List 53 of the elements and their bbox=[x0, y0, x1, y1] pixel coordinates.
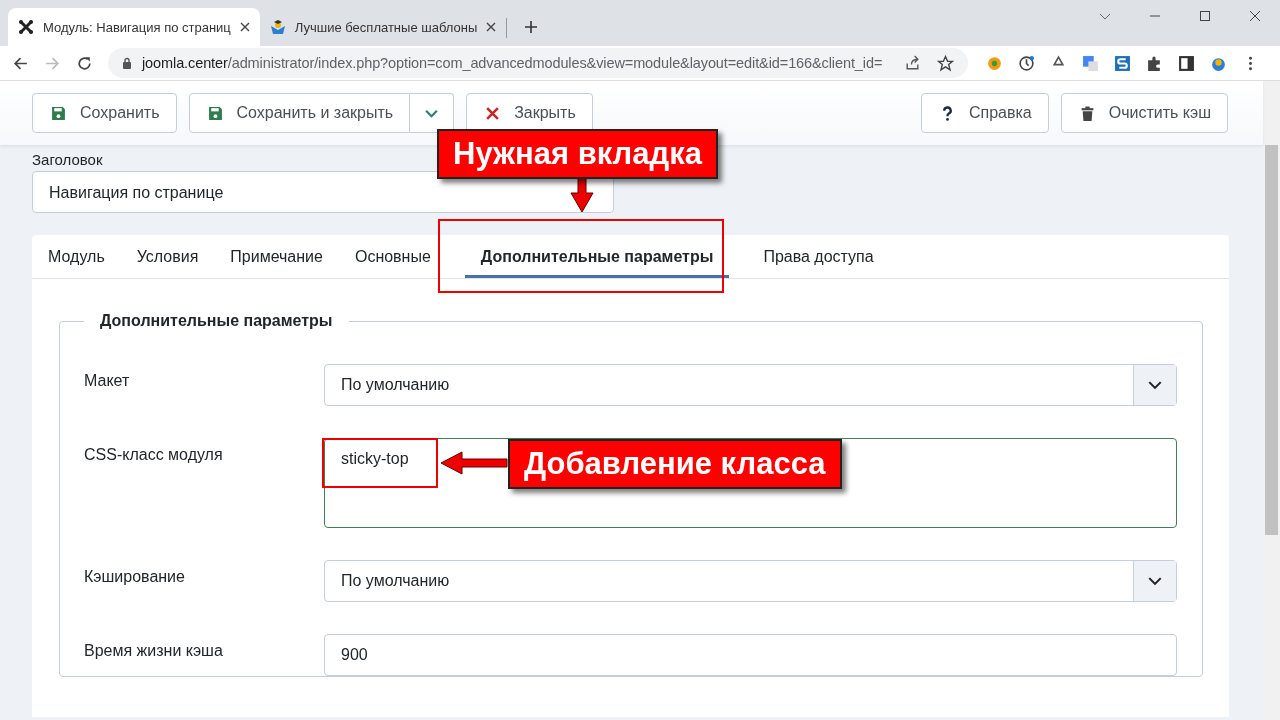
toolbar-button[interactable]: Справка bbox=[920, 93, 1049, 133]
field-label: Заголовок bbox=[32, 151, 103, 169]
close-icon[interactable] bbox=[239, 22, 250, 32]
tab[interactable]: Условия bbox=[120, 235, 215, 278]
extension-icon[interactable] bbox=[986, 54, 1003, 72]
field-label: CSS-класс модуля bbox=[84, 445, 224, 465]
tab[interactable]: Права доступа bbox=[747, 235, 890, 278]
save-icon bbox=[207, 105, 223, 121]
maximize-icon[interactable] bbox=[1199, 10, 1211, 22]
trash-icon bbox=[1079, 105, 1095, 121]
close-icon[interactable] bbox=[1249, 10, 1261, 22]
field-label: Кэширование bbox=[84, 567, 186, 587]
select-field[interactable]: По умолчанию bbox=[324, 364, 1177, 406]
field-label: Время жизни кэша bbox=[84, 641, 224, 661]
browser-tab[interactable]: Модуль: Навигация по страниц bbox=[8, 8, 260, 46]
left-arrow bbox=[438, 451, 510, 475]
dropdown-toggle[interactable] bbox=[410, 93, 455, 133]
tab[interactable]: Дополнительные параметры bbox=[464, 235, 730, 278]
reload-icon[interactable] bbox=[76, 54, 93, 72]
translate-icon[interactable] bbox=[1082, 54, 1099, 72]
scrollbar[interactable] bbox=[1263, 81, 1280, 720]
address-bar[interactable]: joomla.center/administrator/index.php?option=com_advancedmodules&view=module&layout=edit&id=166&client_id= bbox=[108, 48, 968, 78]
tab[interactable]: Модуль bbox=[32, 235, 121, 278]
s-logo-icon[interactable] bbox=[1114, 54, 1131, 72]
sidebar-icon[interactable] bbox=[1178, 54, 1195, 72]
close-icon[interactable] bbox=[486, 22, 497, 32]
toolbar-button[interactable]: Сохранить bbox=[32, 93, 177, 133]
toolbar-button[interactable]: Сохранить и закрыть bbox=[188, 93, 411, 133]
callout-tooltip: Добавление класса bbox=[508, 439, 842, 489]
field-label: Макет bbox=[84, 371, 131, 391]
save-icon bbox=[51, 105, 66, 121]
clock-icon[interactable] bbox=[1018, 54, 1035, 72]
fieldset-legend: Дополнительные параметры bbox=[84, 312, 349, 330]
caret-icon bbox=[1133, 561, 1176, 601]
new-tab-icon[interactable] bbox=[524, 20, 539, 34]
input-field[interactable]: 900 bbox=[324, 634, 1177, 676]
share-icon[interactable] bbox=[904, 54, 921, 72]
puzzle-icon[interactable] bbox=[1146, 54, 1163, 72]
close-icon bbox=[485, 105, 501, 121]
callout-tooltip: Нужная вкладка bbox=[437, 129, 718, 179]
down-arrow bbox=[570, 177, 594, 213]
x-logo-icon bbox=[18, 19, 34, 35]
tab[interactable]: Основные bbox=[338, 235, 447, 278]
toolbar-button[interactable]: Очистить кэш bbox=[1060, 93, 1228, 133]
select-field[interactable]: По умолчанию bbox=[324, 560, 1177, 602]
tab-title: Модуль: Навигация по страниц bbox=[43, 19, 231, 35]
browser-tab[interactable]: Лучшие бесплатные шаблоны bbox=[259, 8, 507, 46]
tab[interactable]: Примечание bbox=[214, 235, 339, 278]
title-input[interactable]: Навигация по странице bbox=[32, 171, 614, 213]
caret-icon bbox=[1133, 365, 1176, 405]
tab-title: Лучшие бесплатные шаблоны bbox=[294, 19, 478, 35]
star-icon[interactable] bbox=[937, 54, 954, 72]
lock-icon bbox=[122, 57, 132, 69]
